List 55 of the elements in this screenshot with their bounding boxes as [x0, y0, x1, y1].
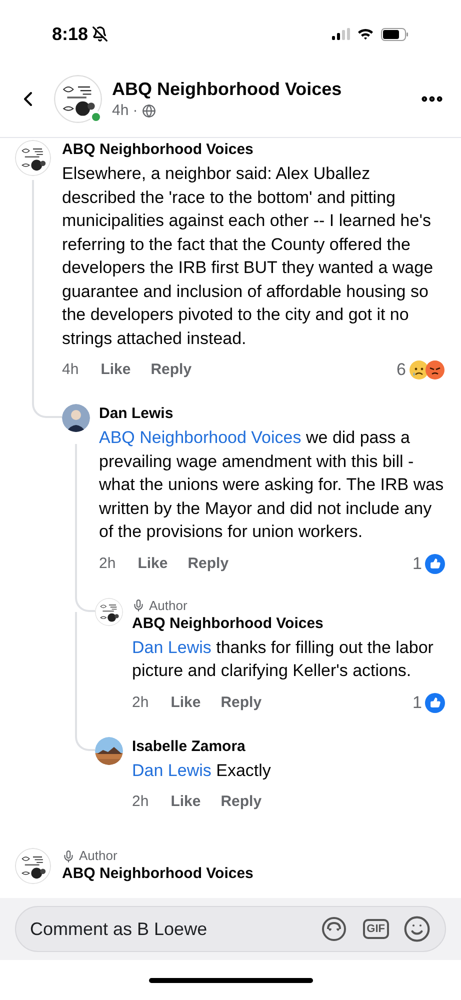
mention-link[interactable]: Dan Lewis — [132, 638, 212, 656]
commenter-name[interactable]: ABQ Neighborhood Voices — [132, 614, 445, 634]
like-button[interactable]: Like — [138, 554, 168, 574]
comment-placeholder: Comment as B Loewe — [30, 918, 208, 940]
comment-text: Dan Lewis Exactly — [132, 760, 272, 782]
comment-time: 2h — [99, 554, 116, 574]
like-icon — [425, 554, 445, 574]
comment-time: 2h — [132, 692, 149, 712]
wifi-icon — [357, 28, 374, 40]
comment-text: Elsewhere, a neighbor said: Alex Uballez described the 'race to the bottom' and pitting municipalities against each other -- I learned he's referring to the fact that the County offered the developers the IRB first BUT they wanted a wage guarantee and inclusion of affordable housing so the developers pivoted to the city and got it no strings attached instead. — [62, 163, 434, 350]
reply-button[interactable]: Reply — [188, 554, 229, 574]
group-avatar-icon[interactable] — [15, 848, 51, 884]
commenter-name[interactable]: Dan Lewis — [99, 404, 445, 424]
angry-face-icon — [425, 360, 445, 380]
commenter-name[interactable]: Isabelle Zamora — [132, 736, 445, 756]
comment-text: ABQ Neighborhood Voices we did pass a prevailing wage amendment with this bill - what the unions were asking for. The IRB was written by the Mayor and did not include any of the provisions for union workers. — [99, 427, 445, 543]
commenter-name[interactable]: ABQ Neighborhood Voices — [62, 864, 445, 884]
battery-icon — [381, 28, 409, 40]
gif-button[interactable]: GIF — [362, 919, 389, 939]
avatar-icon[interactable] — [62, 404, 90, 432]
comment-time: 4h — [62, 360, 79, 380]
reply-button[interactable]: Reply — [150, 360, 192, 380]
author-label: Author — [79, 848, 118, 864]
emoji-icon[interactable] — [403, 915, 431, 943]
status-time: 8:18 — [52, 22, 88, 46]
author-label: Author — [149, 598, 188, 614]
comment-field[interactable]: Comment as B Loewe GIF — [15, 906, 446, 952]
thread-connector — [32, 380, 62, 418]
separator-dot: · — [132, 100, 138, 120]
group-avatar-icon[interactable] — [54, 74, 102, 122]
comment-time: 2h — [132, 792, 149, 812]
mention-link[interactable]: Dan Lewis — [132, 760, 212, 780]
comment-text: Dan Lewis thanks for filling out the labor picture and clarifying Keller's actions. — [132, 636, 434, 682]
reply-button[interactable]: Reply — [220, 792, 262, 812]
signal-icon — [332, 28, 350, 40]
reaction-count: 1 — [412, 554, 422, 574]
avatar-sticker-icon[interactable] — [320, 916, 347, 942]
like-button[interactable]: Like — [170, 792, 201, 812]
like-icon — [425, 692, 445, 712]
group-title[interactable]: ABQ Neighborhood Voices — [112, 76, 342, 100]
reaction-count: 6 — [396, 360, 406, 380]
commenter-name[interactable]: ABQ Neighborhood Voices — [62, 140, 445, 160]
group-avatar-icon[interactable] — [15, 140, 51, 176]
thread-connector — [75, 712, 95, 750]
microphone-icon — [62, 850, 75, 862]
group-avatar-icon[interactable] — [95, 598, 123, 626]
sad-face-icon — [409, 360, 429, 380]
like-button[interactable]: Like — [100, 360, 131, 380]
reply-button[interactable]: Reply — [220, 692, 262, 712]
reaction-count: 1 — [412, 692, 422, 712]
microphone-icon — [132, 599, 145, 612]
mention-link[interactable]: ABQ Neighborhood Voices — [99, 428, 302, 447]
globe-icon — [142, 104, 156, 118]
like-button[interactable]: Like — [170, 692, 201, 712]
post-time: 4h — [112, 100, 129, 120]
